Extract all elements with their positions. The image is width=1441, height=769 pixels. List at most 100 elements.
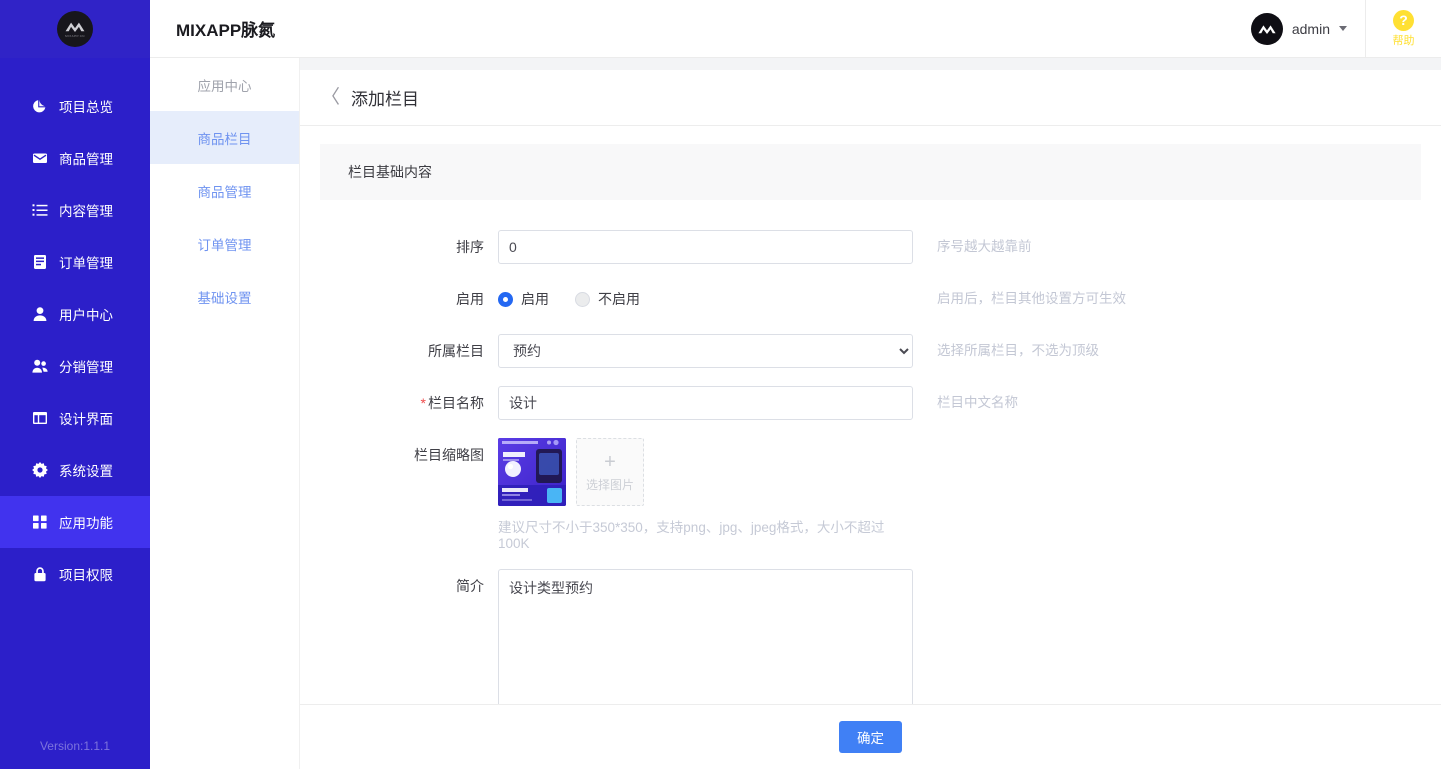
subnav-item-label: 商品管理 [197, 184, 252, 200]
list-icon [32, 202, 48, 218]
top-bar: MIXAPP脉氮 admin ? 帮助 [150, 0, 1441, 58]
subnav-item-order-manage[interactable]: 订单管理 [150, 217, 299, 270]
main-content: 〈 添加栏目 栏目基础内容 排序 序号越大越靠前 [300, 0, 1441, 769]
sidebar-item-overview[interactable]: 项目总览 [0, 80, 150, 132]
sort-input[interactable] [498, 230, 913, 264]
form-row-enable: 启用 启用 不启用 启用后，栏目其他设置方可生效 [320, 282, 1421, 316]
subnav-item-goods-category[interactable]: 商品栏目 [150, 111, 299, 164]
sort-hint: 序号越大越靠前 [937, 239, 1032, 254]
parent-select[interactable]: 预约 [498, 334, 913, 368]
intro-textarea[interactable]: 设计类型预约 [498, 569, 913, 704]
enable-radio-no-label: 不启用 [598, 291, 640, 307]
enable-hint: 启用后，栏目其他设置方可生效 [937, 291, 1126, 306]
thumbnail-note: 建议尺寸不小于350*350，支持png、jpg、jpeg格式，大小不超过100… [498, 520, 885, 551]
enable-field-wrap: 启用 不启用 [498, 282, 913, 316]
sidebar-item-label: 内容管理 [59, 204, 113, 219]
panel-body: 栏目基础内容 排序 序号越大越靠前 启用 [300, 126, 1441, 704]
sidebar-item-design[interactable]: 设计界面 [0, 392, 150, 444]
user-menu[interactable]: admin [1250, 0, 1366, 58]
users-group-icon [32, 358, 48, 374]
avatar [1250, 12, 1283, 45]
brand-logo: MIXAPP.CN [57, 11, 93, 47]
section-title: 栏目基础内容 [320, 144, 1421, 200]
version-label: Version:1.1.1 [39, 739, 111, 753]
sort-label: 排序 [456, 239, 484, 255]
grid-apps-icon [32, 514, 48, 530]
page-title: 添加栏目 [351, 90, 420, 109]
thumbnail-preview[interactable] [498, 438, 566, 506]
brand-logo-box[interactable]: MIXAPP.CN [0, 0, 150, 58]
name-input[interactable] [498, 386, 913, 420]
enable-radio-yes-label: 启用 [521, 291, 549, 307]
sidebar-nav: 项目总览 商品管理 内容管理 订单管理 用户中心 分销管理 设计界面 系统设置 … [0, 58, 150, 739]
add-image-button[interactable]: + 选择图片 [576, 438, 644, 506]
subnav-item-goods-manage[interactable]: 商品管理 [150, 164, 299, 217]
chevron-down-icon [1339, 26, 1347, 31]
sidebar-item-content[interactable]: 内容管理 [0, 184, 150, 236]
name-label-text: 栏目名称 [428, 395, 484, 411]
form-row-sort: 排序 序号越大越靠前 [320, 230, 1421, 264]
sidebar-item-apps[interactable]: 应用功能 [0, 496, 150, 548]
enable-radio-group: 启用 不启用 [498, 282, 913, 316]
name-label: * 栏目名称 [320, 386, 498, 420]
parent-field-wrap: 预约 [498, 334, 913, 368]
help-button[interactable]: ? 帮助 [1366, 0, 1441, 58]
subnav-item-label: 基础设置 [197, 290, 252, 306]
sidebar-item-label: 分销管理 [59, 360, 113, 375]
plus-icon: + [604, 450, 616, 473]
layout-icon [32, 410, 48, 426]
back-chevron-icon[interactable]: 〈 [321, 88, 340, 107]
gear-icon [32, 462, 48, 478]
sidebar-item-label: 项目权限 [59, 568, 113, 583]
secondary-sidebar: 应用中心 商品栏目 商品管理 订单管理 基础设置 [150, 0, 300, 769]
app-root: MIXAPP.CN 项目总览 商品管理 内容管理 订单管理 用户中心 分销管理 … [0, 0, 1441, 769]
sidebar-item-orders[interactable]: 订单管理 [0, 236, 150, 288]
intro-field-wrap: 设计类型预约 [498, 569, 913, 704]
subnav-heading: 应用中心 [197, 78, 252, 94]
sidebar-item-label: 应用功能 [59, 516, 113, 531]
top-bar-right: admin ? 帮助 [1250, 0, 1441, 58]
sidebar-item-label: 订单管理 [59, 256, 113, 271]
sidebar-item-label: 系统设置 [59, 464, 113, 479]
name-field-wrap [498, 386, 913, 420]
form-row-parent: 所属栏目 预约 选择所属栏目，不选为顶级 [320, 334, 1421, 368]
sidebar-item-permissions[interactable]: 项目权限 [0, 548, 150, 600]
sidebar-item-label: 用户中心 [59, 308, 113, 323]
enable-radio-yes[interactable]: 启用 [498, 289, 549, 309]
name-hint: 栏目中文名称 [937, 395, 1018, 410]
thumbnail-preview-image [498, 438, 566, 506]
document-icon [32, 254, 48, 270]
question-mark-icon: ? [1393, 9, 1414, 31]
form-panel: 〈 添加栏目 栏目基础内容 排序 序号越大越靠前 [300, 70, 1441, 769]
sidebar-item-label: 商品管理 [59, 152, 113, 167]
subnav-item-label: 商品栏目 [197, 131, 252, 147]
user-icon [32, 306, 48, 322]
add-image-label: 选择图片 [585, 477, 634, 492]
sort-field-wrap [498, 230, 913, 264]
confirm-button[interactable]: 确定 [839, 721, 902, 753]
m-logo-icon [1258, 24, 1276, 34]
subnav-item-basic-settings[interactable]: 基础设置 [150, 270, 299, 323]
radio-dot-icon [575, 291, 590, 307]
enable-radio-no[interactable]: 不启用 [575, 289, 640, 309]
parent-hint: 选择所属栏目，不选为顶级 [937, 343, 1099, 358]
form-row-intro: 简介 设计类型预约 [320, 569, 1421, 704]
parent-label: 所属栏目 [428, 343, 484, 359]
brand-logo-subtext: MIXAPP.CN [65, 34, 85, 38]
sidebar-item-settings[interactable]: 系统设置 [0, 444, 150, 496]
sidebar-item-goods[interactable]: 商品管理 [0, 132, 150, 184]
help-label: 帮助 [1392, 34, 1415, 47]
user-name: admin [1291, 20, 1330, 37]
panel-header: 〈 添加栏目 [300, 70, 1441, 126]
sidebar-item-distribution[interactable]: 分销管理 [0, 340, 150, 392]
intro-label: 简介 [456, 578, 484, 594]
pie-chart-icon [32, 98, 48, 114]
sidebar-item-users[interactable]: 用户中心 [0, 288, 150, 340]
sidebar-item-label: 项目总览 [59, 100, 113, 115]
subnav-item-label: 订单管理 [197, 237, 252, 253]
thumbnail-list: + 选择图片 [498, 438, 913, 506]
m-logo-icon [65, 22, 85, 32]
category-form: 排序 序号越大越靠前 启用 启用 [320, 200, 1421, 704]
primary-sidebar: MIXAPP.CN 项目总览 商品管理 内容管理 订单管理 用户中心 分销管理 … [0, 0, 150, 769]
sidebar-item-label: 设计界面 [59, 412, 113, 427]
